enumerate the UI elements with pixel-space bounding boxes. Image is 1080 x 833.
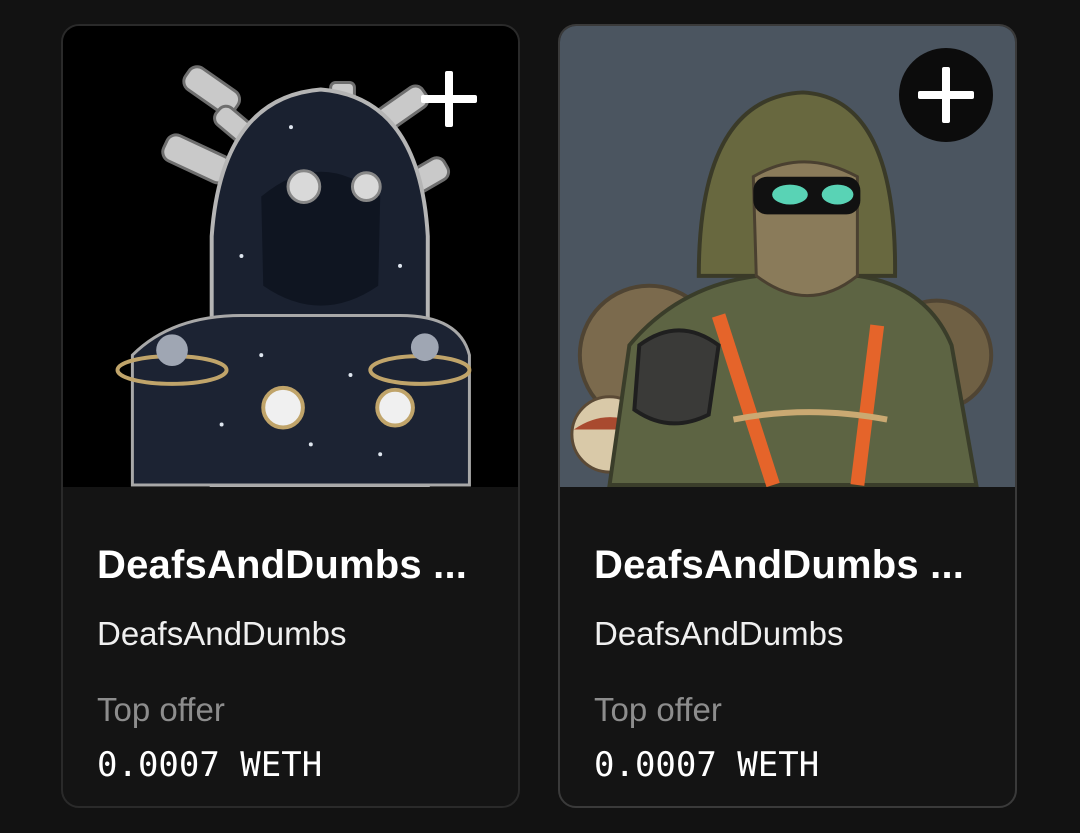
nft-title[interactable]: DeafsAndDumbs ... [594, 543, 964, 588]
add-to-cart-button[interactable] [899, 48, 993, 142]
nft-image[interactable] [63, 26, 518, 487]
nft-image[interactable] [560, 26, 1015, 487]
plus-icon [918, 67, 974, 123]
nft-card[interactable]: DeafsAndDumbs ... DeafsAndDumbs Top offe… [61, 24, 520, 808]
top-offer-value: 0.0007 WETH [97, 745, 323, 785]
top-offer-label: Top offer [97, 691, 225, 728]
nft-title[interactable]: DeafsAndDumbs ... [97, 543, 467, 588]
nft-card[interactable]: DeafsAndDumbs ... DeafsAndDumbs Top offe… [558, 24, 1017, 808]
collection-name[interactable]: DeafsAndDumbs [97, 615, 346, 653]
add-to-cart-button[interactable] [402, 52, 496, 146]
plus-icon [421, 71, 477, 127]
collection-name[interactable]: DeafsAndDumbs [594, 615, 843, 653]
top-offer-label: Top offer [594, 691, 722, 728]
top-offer-value: 0.0007 WETH [594, 745, 820, 785]
